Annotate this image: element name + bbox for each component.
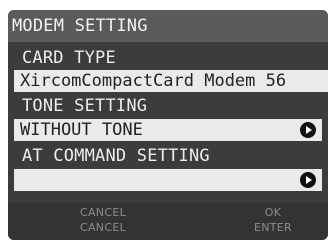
enter-key-label: ENTER [254, 221, 292, 234]
card-type-field[interactable]: XircomCompactCard Modem 56 [14, 70, 328, 92]
right-arrow-icon[interactable] [300, 122, 316, 138]
cancel-key-label: CANCEL [80, 221, 126, 234]
tone-setting-value: WITHOUT TONE [20, 120, 143, 140]
tone-setting-field[interactable]: WITHOUT TONE [14, 119, 322, 141]
right-arrow-icon[interactable] [300, 172, 316, 188]
tone-setting-label: TONE SETTING [22, 96, 148, 116]
modem-setting-screen: MODEM SETTING CARD TYPE XircomCompactCar… [8, 10, 328, 240]
ok-button[interactable]: OK [228, 206, 318, 219]
button-bar: CANCEL CANCEL OK ENTER [8, 203, 328, 240]
at-command-setting-label: AT COMMAND SETTING [22, 146, 210, 166]
screen-title: MODEM SETTING [8, 10, 328, 42]
card-type-label: CARD TYPE [22, 48, 116, 68]
at-command-setting-field[interactable] [14, 169, 322, 191]
cancel-button[interactable]: CANCEL [58, 206, 148, 219]
